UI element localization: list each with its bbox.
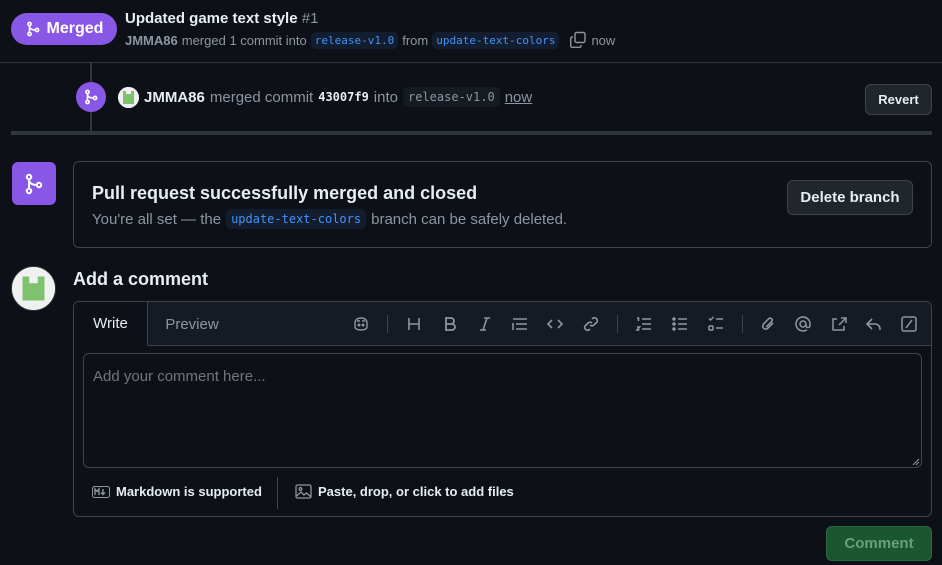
merged-status-badge: Merged <box>11 13 117 45</box>
merged-badge-label: Merged <box>46 20 104 37</box>
avatar[interactable] <box>118 87 139 108</box>
add-comment-heading: Add a comment <box>73 269 209 289</box>
git-merge-icon <box>85 89 98 105</box>
timeline-into-text: into <box>373 88 398 106</box>
pr-meta: JMMA86 merged 1 commit into release-v1.0… <box>125 30 615 50</box>
timeline-branch-link[interactable]: release-v1.0 <box>402 87 500 107</box>
heading-icon[interactable] <box>404 314 424 334</box>
code-icon[interactable] <box>545 314 565 334</box>
markdown-note-text: Markdown is supported <box>116 484 262 499</box>
tab-write[interactable]: Write <box>74 302 148 346</box>
commit-sha-link[interactable]: 43007f9 <box>318 90 369 104</box>
pr-time: now <box>591 32 616 48</box>
slash-command-icon[interactable] <box>899 314 919 334</box>
task-list-icon[interactable] <box>706 314 726 334</box>
editor-toolbar: Write Preview <box>74 302 931 346</box>
merge-sub-prefix: You're all set — the <box>92 210 222 228</box>
reply-icon[interactable] <box>864 314 884 334</box>
mention-icon[interactable] <box>793 314 813 334</box>
footer-separator <box>277 477 278 509</box>
merge-sub-suffix: branch can be safely deleted. <box>371 210 568 228</box>
comment-textarea[interactable] <box>83 353 922 468</box>
avatar-identicon <box>12 267 55 310</box>
toolbar-separator <box>387 315 388 333</box>
copilot-icon[interactable] <box>351 314 371 334</box>
markdown-note[interactable]: Markdown is supported <box>92 484 262 499</box>
image-icon <box>295 484 312 499</box>
resize-handle-icon[interactable] <box>910 456 920 466</box>
comment-editor: Write Preview Add your comment here... M… <box>73 301 932 517</box>
bullet-list-icon[interactable] <box>670 314 690 334</box>
head-branch-link[interactable]: update-text-colors <box>432 31 560 49</box>
markdown-icon <box>92 485 110 498</box>
numbered-list-icon[interactable] <box>634 314 654 334</box>
add-files-button[interactable]: Paste, drop, or click to add files <box>295 484 514 499</box>
git-merge-icon <box>26 21 39 37</box>
avatar-identicon <box>118 87 139 108</box>
merge-status-title: Pull request successfully merged and clo… <box>92 183 478 203</box>
git-merge-icon <box>25 173 43 194</box>
toolbar-separator <box>617 315 618 333</box>
toolbar-separator <box>742 315 743 333</box>
timeline-event-text: JMMA86 merged commit 43007f9 into releas… <box>144 86 532 108</box>
comment-submit-button[interactable]: Comment <box>826 526 932 561</box>
timeline-end-divider <box>11 131 932 135</box>
reference-icon[interactable] <box>829 314 849 334</box>
timeline-time-link[interactable]: now <box>505 89 533 106</box>
timeline-merge-badge <box>76 82 106 112</box>
link-icon[interactable] <box>581 314 601 334</box>
copy-icon[interactable] <box>569 31 587 49</box>
timeline-author-link[interactable]: JMMA86 <box>144 89 205 106</box>
base-branch-link[interactable]: release-v1.0 <box>310 31 399 49</box>
pr-number: #1 <box>301 10 319 27</box>
header-divider <box>0 62 942 63</box>
pr-author-link[interactable]: JMMA86 <box>125 33 178 48</box>
merge-branch-link[interactable]: update-text-colors <box>226 209 367 229</box>
add-files-text: Paste, drop, or click to add files <box>318 484 514 499</box>
tab-preview[interactable]: Preview <box>148 302 236 346</box>
bold-icon[interactable] <box>440 314 460 334</box>
merge-status-subtitle: You're all set — the update-text-colors … <box>92 208 567 230</box>
pr-title-text: Updated game text style <box>125 10 298 27</box>
timeline-merged-text: merged commit <box>209 88 314 106</box>
avatar[interactable] <box>11 266 56 311</box>
attach-icon[interactable] <box>758 314 778 334</box>
pr-title: Updated game text style #1 <box>125 10 318 27</box>
italic-icon[interactable] <box>475 314 495 334</box>
quote-icon[interactable] <box>510 314 530 334</box>
pr-from-text: from <box>402 32 429 48</box>
pr-merged-text: merged 1 commit into <box>181 32 307 48</box>
delete-branch-button[interactable]: Delete branch <box>787 180 913 215</box>
revert-button[interactable]: Revert <box>865 84 932 115</box>
merge-status-icon-box <box>12 162 56 205</box>
